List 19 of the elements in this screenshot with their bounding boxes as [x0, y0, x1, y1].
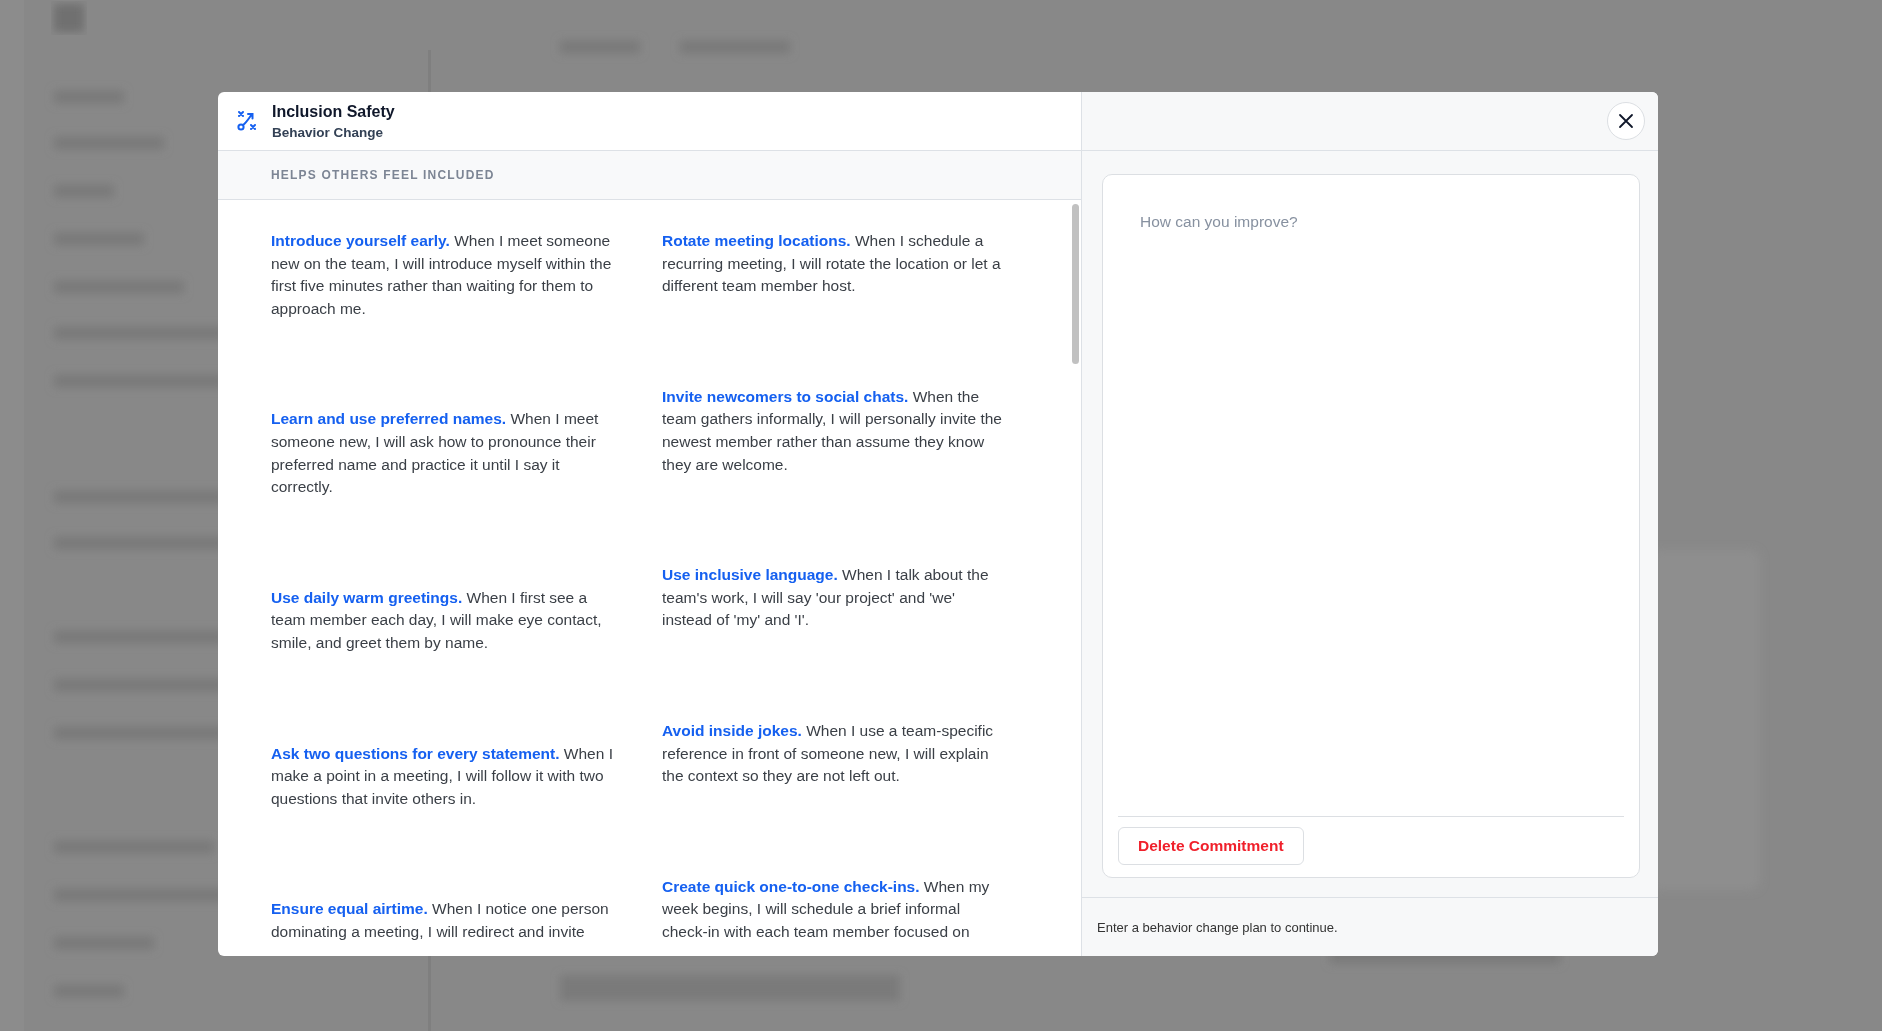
- behavior-description: Invite newcomers to social chats. When the team gathers informally, I will personally invite the newest member rather than assume they know they are welcome.: [662, 386, 1003, 475]
- close-icon: [1618, 113, 1634, 129]
- behavior-description: Rotate meeting locations. When I schedule a recurring meeting, I will rotate the location or let a different team member host.: [662, 231, 1002, 297]
- behavior-description: Use inclusive language. When I talk about the team's work, I will say 'our project' and 'we' instead of 'my' and 'I'.: [662, 565, 990, 631]
- behavior-description: Introduce yourself early. When I meet someone new on the team, I will introduce myself within the first five minutes rather than waiting for them to approach me.: [271, 231, 613, 319]
- dialog-subtitle: Behavior Change: [272, 124, 385, 140]
- section-label: HELPS OTHERS FEEL INCLUDED: [271, 168, 495, 182]
- footer-note: Enter a behavior change plan to continue.: [1097, 919, 1338, 935]
- scrollbar-thumb[interactable]: [1072, 204, 1079, 364]
- behavior-description: Learn and use preferred names. When I meet someone new, I will ask how to pronounce their preferred name and practice it until I say it correctly.: [271, 409, 600, 498]
- plan-input-field[interactable]: How can you improve? Delete Commitment: [1102, 174, 1640, 878]
- behavior-description: Ask two questions for every statement. When I make a point in a meeting, I will follow it with two questions that invite others in.: [271, 743, 614, 809]
- behavior-description: Use daily warm greetings. When I first see a team member each day, I will make eye contact, smile, and greet them by name.: [271, 587, 603, 653]
- behavior-description: Ensure equal airtime. When I notice one person dominating a meeting, I will redirect and invite: [271, 899, 610, 942]
- behavior-description: Avoid inside jokes. When I use a team-specific reference in front of someone new, I will explain the context so they are not left out.: [662, 720, 995, 787]
- dialog-title: Inclusion Safety: [272, 102, 395, 121]
- behavior-description: Create quick one-to-one check-ins. When my week begins, I will schedule a brief informal check-in with each team member focused on: [662, 876, 991, 942]
- close-button[interactable]: [1607, 102, 1645, 140]
- delete-commitment-button[interactable]: Delete Commitment: [1118, 827, 1304, 865]
